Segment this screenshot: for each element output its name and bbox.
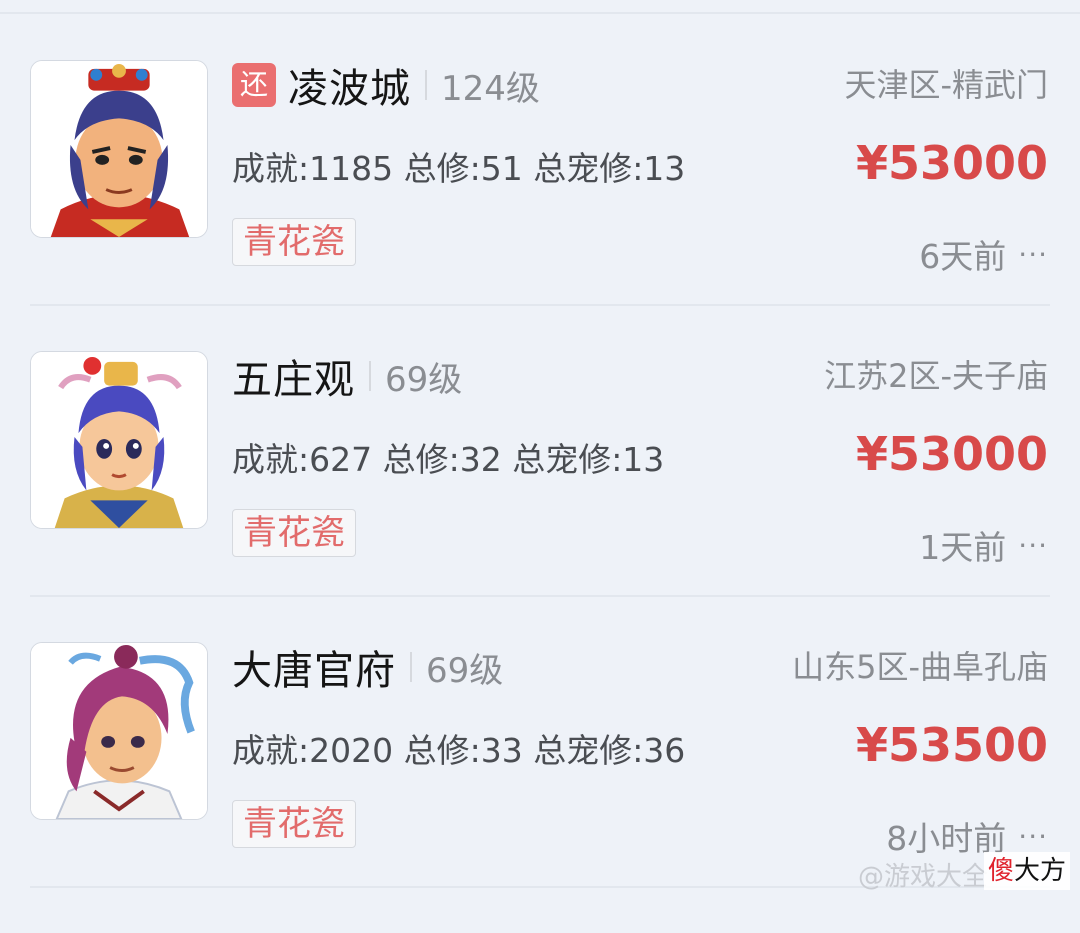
skin-tag: 青花瓷 [232, 218, 356, 266]
more-icon[interactable]: ··· [1018, 820, 1048, 853]
character-level: 69级 [426, 650, 504, 691]
server-name: 山东5区-曲阜孔庙 [792, 648, 1048, 686]
character-avatar[interactable] [30, 642, 208, 820]
separator [369, 361, 371, 391]
price: ¥53000 [855, 136, 1048, 190]
listing-divider [30, 304, 1050, 306]
name-row: 五庄观 69级 [232, 351, 463, 403]
watermark-logo: 傻大方 [984, 852, 1071, 890]
more-icon[interactable]: ··· [1018, 529, 1048, 562]
name-row: 大唐官府 69级 [232, 642, 504, 694]
lingbo-character-icon [31, 61, 207, 237]
character-avatar[interactable] [30, 60, 208, 238]
watermark-text: @游戏大全 [858, 862, 989, 892]
separator [425, 70, 427, 100]
name-row: 还 凌波城 124级 [232, 60, 540, 112]
time-row: 6天前 ··· [919, 230, 1048, 278]
listing-card[interactable]: 五庄观 69级 江苏2区-夫子庙 成就:627 总修:32 总宠修:13 ¥53… [0, 351, 1080, 642]
wuzhuang-character-icon [31, 352, 207, 528]
character-avatar[interactable] [30, 351, 208, 529]
watermark-logo-black: 大方 [1014, 856, 1067, 886]
listed-time: 6天前 [919, 237, 1007, 276]
more-icon[interactable]: ··· [1018, 238, 1048, 271]
server-name: 江苏2区-夫子庙 [824, 357, 1048, 395]
character-level: 124级 [441, 68, 540, 109]
time-row: 1天前 ··· [919, 521, 1048, 569]
character-level: 69级 [385, 359, 463, 400]
school-name[interactable]: 大唐官府 [232, 638, 396, 696]
server-name: 天津区-精武门 [844, 66, 1048, 104]
top-divider [0, 12, 1080, 14]
listed-time: 1天前 [919, 528, 1007, 567]
listing-card[interactable]: 还 凌波城 124级 天津区-精武门 成就:1185 总修:51 总宠修:13 … [0, 60, 1080, 351]
price: ¥53500 [855, 718, 1048, 772]
skin-tag: 青花瓷 [232, 509, 356, 557]
datang-character-icon [31, 643, 207, 819]
school-name[interactable]: 五庄观 [232, 347, 355, 405]
character-stats: 成就:2020 总修:33 总宠修:36 [232, 731, 686, 770]
skin-tag: 青花瓷 [232, 800, 356, 848]
separator [410, 652, 412, 682]
watermark-logo-red: 傻 [988, 856, 1015, 886]
price: ¥53000 [855, 427, 1048, 481]
listing-divider [30, 595, 1050, 597]
school-name[interactable]: 凌波城 [288, 56, 411, 114]
character-stats: 成就:627 总修:32 总宠修:13 [232, 440, 665, 479]
character-stats: 成就:1185 总修:51 总宠修:13 [232, 149, 686, 188]
return-badge: 还 [232, 63, 276, 107]
